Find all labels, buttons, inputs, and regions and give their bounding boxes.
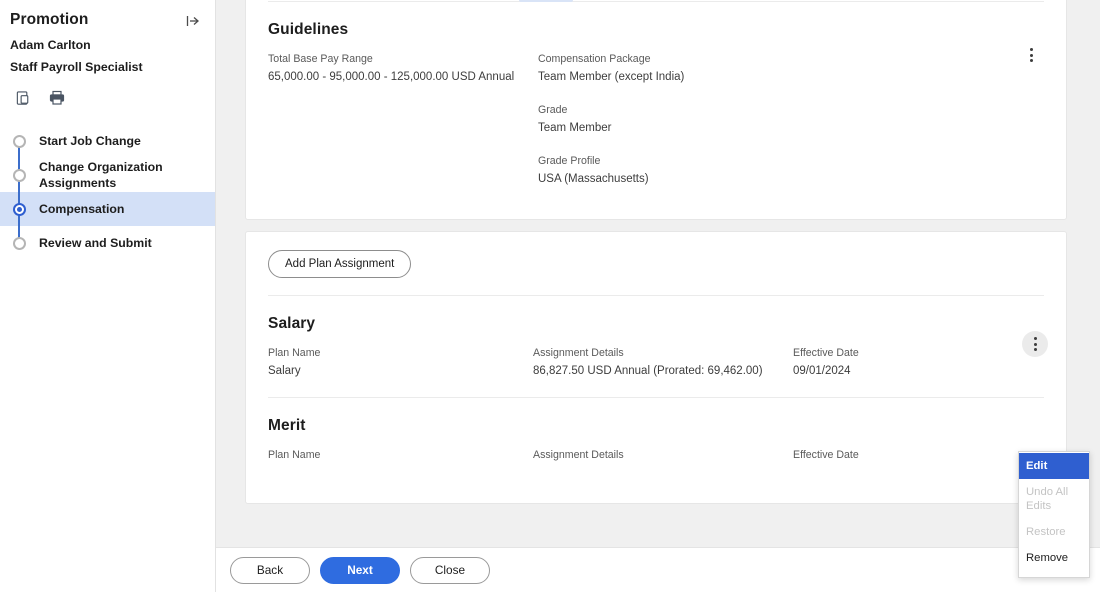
sidebar-step-review-and-submit[interactable]: Review and Submit [0,226,215,260]
sidebar-step-change-organization-assignments[interactable]: Change Organization Assignments [0,158,215,192]
cell-assignment-details: 86,827.50 USD Annual (Prorated: 69,462.0… [533,365,763,377]
dot [1029,48,1033,51]
salary-assignment-details-column: Assignment Details 86,827.50 USD Annual … [533,346,793,380]
column-header: Plan Name [268,449,321,461]
field-label: Grade Profile [538,155,601,167]
field-label: Compensation Package [538,53,651,65]
field-compensation-package: Compensation Package Team Member (except… [538,52,798,86]
merit-section-title: Merit [268,417,306,434]
add-plan-assignment-button[interactable]: Add Plan Assignment [268,250,412,278]
compensation-guidelines-card: MODIFIED 88,564.05 USD Annual (100% FTE:… [245,0,1067,220]
merit-plan-name-column: Plan Name [268,448,533,463]
sidebar-step-start-job-change[interactable]: Start Job Change [0,124,215,158]
step-dot [12,134,26,148]
cell-effective-date: 09/01/2024 [793,365,851,377]
guidelines-right-column: Compensation Package Team Member (except… [538,52,798,205]
sidebar-step-label: Compensation [39,202,125,216]
field-value: USA (Massachusetts) [538,173,649,185]
salary-section-title: Salary [268,315,316,332]
step-dot-current [12,202,26,216]
footer-action-bar: Back Next Close [216,547,1100,592]
step-indicator-column [8,158,30,192]
dot [1029,53,1033,57]
dot [1033,348,1037,351]
sidebar-step-label: Review and Submit [39,236,152,250]
salary-plan-name-column: Plan Name Salary [268,346,533,380]
field-grade: Grade Team Member [538,103,798,137]
guidelines-title: Guidelines [268,21,349,38]
collapse-panel-icon[interactable] [185,13,201,29]
progress-steps: Start Job Change Change Organization Ass… [0,124,215,260]
column-header: Effective Date [793,347,859,359]
step-dot [12,236,26,250]
employee-name: Adam Carlton [10,38,91,52]
field-grade-profile: Grade Profile USA (Massachusetts) [538,154,798,188]
field-value: 65,000.00 - 95,000.00 - 125,000.00 USD A… [268,71,515,83]
step-dot [12,168,26,182]
salary-row-overflow-menu-icon[interactable] [1022,331,1048,357]
column-header: Effective Date [793,449,859,461]
salary-effective-date-column: Effective Date 09/01/2024 [793,346,973,380]
field-total-base-pay-range: Total Base Pay Range 65,000.00 - 95,000.… [268,52,538,86]
scrollable-content[interactable]: MODIFIED 88,564.05 USD Annual (100% FTE:… [216,0,1100,547]
field-value: Team Member (except India) [538,71,685,83]
sidebar-step-label: Start Job Change [39,134,141,148]
field-value: Team Member [538,122,612,134]
close-button[interactable]: Close [410,556,490,584]
column-header: Assignment Details [533,347,624,359]
merit-assignment-details-column: Assignment Details [533,448,793,463]
step-indicator-column [8,192,30,226]
menu-item-remove[interactable]: Remove [1019,545,1089,571]
dot [1033,342,1037,346]
guidelines-fields: Total Base Pay Range 65,000.00 - 95,000.… [246,39,1066,205]
salary-table: Plan Name Salary Assignment Details 86,8… [246,331,1066,380]
guidelines-overflow-menu-icon[interactable] [1018,42,1044,68]
sidebar-header: Promotion [0,0,215,30]
dot [1029,59,1033,62]
employee-role: Staff Payroll Specialist [10,60,143,74]
application-window: Promotion Adam Carlton Staff Payroll Spe… [0,0,1100,592]
sidebar-action-icons [0,77,215,107]
row-context-menu[interactable]: Edit Undo All Edits Restore Remove [1018,451,1090,578]
plan-assignments-card: Add Plan Assignment Salary Plan Name Sal… [245,231,1067,504]
field-label: Grade [538,104,568,116]
step-indicator-column [8,226,30,260]
status-badge: MODIFIED [519,0,573,2]
merit-effective-date-column: Effective Date [793,448,973,463]
add-plan-assignment-wrapper: Add Plan Assignment [246,232,1066,278]
menu-item-edit[interactable]: Edit [1019,453,1089,479]
document-copy-icon[interactable] [14,89,32,107]
merit-table: Plan Name Assignment Details Effective D… [246,435,1066,463]
sidebar: Promotion Adam Carlton Staff Payroll Spe… [0,0,216,592]
next-button[interactable]: Next [320,556,400,584]
sidebar-step-label: Change Organization Assignments [39,160,163,190]
back-button[interactable]: Back [230,556,310,584]
field-label: Total Base Pay Range [268,53,373,65]
cell-plan-name: Salary [268,365,301,377]
printer-icon[interactable] [48,89,66,107]
main-content: MODIFIED 88,564.05 USD Annual (100% FTE:… [216,0,1100,592]
page-title: Promotion [10,11,89,28]
column-header: Plan Name [268,347,321,359]
column-header: Assignment Details [533,449,624,461]
guidelines-left-column: Total Base Pay Range 65,000.00 - 95,000.… [268,52,538,205]
menu-item-restore: Restore [1026,526,1066,538]
dot [1033,337,1037,340]
step-indicator-column [8,124,30,158]
menu-item-undo-all-edits: Undo All Edits [1026,486,1069,512]
employee-info: Adam Carlton Staff Payroll Specialist [0,30,215,77]
modified-amount-text: 88,564.05 USD Annual (100% FTE: 110,705.… [581,0,805,1]
sidebar-step-compensation[interactable]: Compensation [0,192,215,226]
